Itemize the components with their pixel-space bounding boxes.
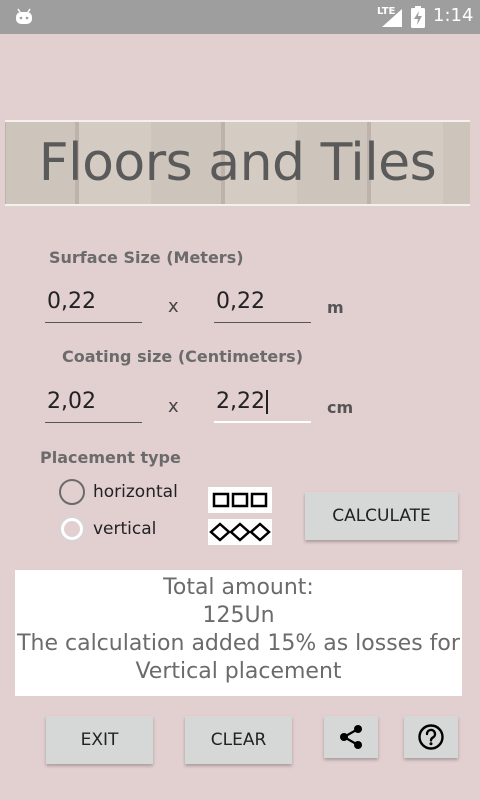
coating-width-input[interactable]: 2,02 (45, 385, 142, 423)
horizontal-pattern-icon (208, 487, 272, 513)
app-title: Floors and Tiles (38, 133, 437, 193)
coating-height-input[interactable]: 2,22 (214, 385, 311, 423)
share-icon (340, 725, 362, 749)
vertical-pattern-icon (208, 519, 272, 545)
surface-height-input[interactable]: 0,22 (214, 285, 311, 323)
help-button[interactable] (404, 716, 458, 758)
radio-vertical-dot (64, 521, 80, 537)
signal-icon (382, 9, 402, 27)
result-panel: Total amount: 125Un The calculation adde… (15, 570, 462, 696)
clear-button[interactable]: CLEAR (185, 716, 292, 764)
battery-charging-icon (411, 6, 425, 28)
surface-times-sign: x (168, 296, 179, 317)
radio-horizontal-label: horizontal (93, 482, 178, 502)
status-clock: 1:14 (433, 5, 474, 26)
android-notification-icon (16, 8, 32, 24)
result-amount: 125Un (202, 603, 275, 628)
coating-times-sign: x (168, 396, 179, 417)
radio-vertical[interactable]: vertical (59, 516, 156, 542)
radio-vertical-circle[interactable] (59, 516, 85, 542)
surface-unit: m (327, 298, 344, 317)
text-cursor (265, 390, 268, 414)
coating-height-value: 2,22 (216, 389, 265, 414)
surface-size-label: Surface Size (Meters) (49, 248, 244, 267)
radio-vertical-label: vertical (93, 519, 157, 539)
surface-width-input[interactable]: 0,22 (45, 285, 142, 323)
tiles-banner: Floors and Tiles (5, 120, 470, 206)
placement-type-label: Placement type (40, 448, 181, 467)
radio-horizontal[interactable]: horizontal (59, 479, 178, 505)
result-placement: Vertical placement (135, 659, 342, 684)
result-title: Total amount: (163, 575, 314, 600)
result-losses-note: The calculation added 15% as losses for (17, 631, 460, 656)
help-icon (418, 724, 444, 750)
coating-unit: cm (327, 398, 354, 417)
share-button[interactable] (324, 716, 378, 758)
coating-size-label: Coating size (Centimeters) (62, 347, 303, 366)
calculate-button[interactable]: CALCULATE (305, 492, 458, 540)
status-bar: LTE 1:14 (0, 0, 480, 34)
exit-button[interactable]: EXIT (46, 716, 153, 764)
radio-horizontal-circle[interactable] (59, 479, 85, 505)
